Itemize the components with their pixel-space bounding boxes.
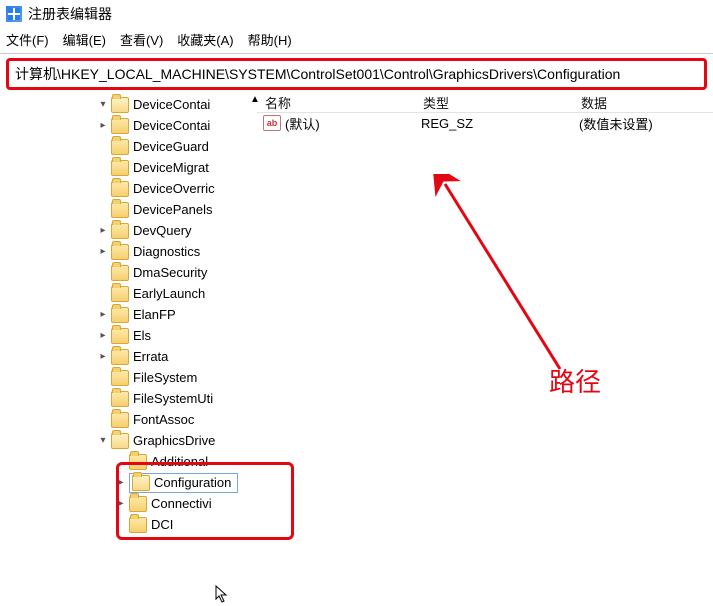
values-panel: 名称 类型 数据 ab (默认) REG_SZ (数值未设置) [257,92,713,535]
value-type: REG_SZ [413,116,571,131]
client-area: ▾ DeviceContai ▸ DeviceContai DeviceGuard Dev… [0,92,713,535]
list-row[interactable]: ab (默认) REG_SZ (数值未设置) [257,113,713,133]
tree-item[interactable]: ▸ Errata [0,346,253,367]
chevron-right-icon[interactable]: ▸ [95,330,111,341]
folder-icon [111,433,129,449]
tree-item-label: FontAssoc [133,412,194,427]
chevron-right-icon[interactable]: ▸ [95,120,111,131]
tree-item-label: Errata [133,349,168,364]
tree-item-label: FileSystem [133,370,197,385]
tree-item[interactable]: ▸ DevQuery [0,220,253,241]
chevron-right-icon[interactable]: ▸ [113,498,129,509]
tree-item[interactable]: FontAssoc [0,409,253,430]
chevron-right-icon[interactable]: ▸ [95,309,111,320]
tree-item-label: DevicePanels [133,202,213,217]
folder-icon [111,286,129,302]
folder-icon [111,349,129,365]
tree-item-label: GraphicsDrive [133,433,215,448]
folder-icon [129,517,147,533]
tree-item-label: ElanFP [133,307,176,322]
app-icon [6,6,22,22]
folder-icon [111,181,129,197]
tree-item-label: Connectivi [151,496,212,511]
tree-item[interactable]: ▸ Els [0,325,253,346]
folder-icon [111,223,129,239]
tree-panel: ▾ DeviceContai ▸ DeviceContai DeviceGuard Dev… [0,92,253,535]
tree-item-label: DeviceContai [133,97,210,112]
tree-item-label: DmaSecurity [133,265,207,280]
tree-item[interactable]: ▸ Connectivi [0,493,253,514]
tree-item[interactable]: DmaSecurity [0,262,253,283]
folder-icon [111,412,129,428]
tree-item-label: DCI [151,517,173,532]
menu-edit[interactable]: 编辑(E) [63,30,106,49]
folder-icon [111,118,129,134]
string-value-icon: ab [263,115,281,131]
folder-icon [132,475,150,491]
tree-item-label: FileSystemUti [133,391,213,406]
folder-icon [111,328,129,344]
menu-help[interactable]: 帮助(H) [248,30,292,49]
folder-icon [111,160,129,176]
col-data[interactable]: 数据 [573,93,713,112]
tree-item[interactable]: DeviceOverric [0,178,253,199]
menubar: 文件(F) 编辑(E) 查看(V) 收藏夹(A) 帮助(H) [0,28,713,54]
path-bar[interactable]: 计算机\HKEY_LOCAL_MACHINE\SYSTEM\ControlSet… [6,58,707,90]
chevron-right-icon[interactable]: ▸ [95,351,111,362]
tree-item-label: Els [133,328,151,343]
menu-file[interactable]: 文件(F) [6,30,49,49]
folder-icon [111,244,129,260]
app-title: 注册表编辑器 [28,4,112,24]
tree-item-selected[interactable]: Configuration [129,473,238,493]
folder-icon [111,265,129,281]
tree-item-label: Additional [151,454,208,469]
tree-item-label: DeviceGuard [133,139,209,154]
folder-icon [111,202,129,218]
tree-item-label: DevQuery [133,223,192,238]
tree-item[interactable]: DevicePanels [0,199,253,220]
tree-item[interactable]: ▸ Configuration [0,472,253,493]
tree-item-label: DeviceOverric [133,181,215,196]
chevron-right-icon[interactable]: ▸ [113,477,129,488]
col-name[interactable]: 名称 [257,93,415,112]
mouse-cursor-icon [215,585,229,606]
tree-item[interactable]: ▾ DeviceContai [0,94,253,115]
tree-item[interactable]: FileSystem [0,367,253,388]
tree-item[interactable]: EarlyLaunch [0,283,253,304]
folder-icon [129,454,147,470]
chevron-down-icon[interactable]: ▾ [95,99,111,110]
menu-favorites[interactable]: 收藏夹(A) [177,30,233,49]
tree-item[interactable]: DeviceGuard [0,136,253,157]
annotation-label: 路径 [549,362,601,399]
tree-item[interactable]: DeviceMigrat [0,157,253,178]
tree-item[interactable]: ▸ Diagnostics [0,241,253,262]
folder-icon [111,307,129,323]
folder-icon [111,97,129,113]
col-type[interactable]: 类型 [415,93,573,112]
value-name: (默认) [285,114,320,133]
tree-item[interactable]: ▸ DeviceContai [0,115,253,136]
tree-item[interactable]: ▸ ElanFP [0,304,253,325]
tree-item[interactable]: Additional [0,451,253,472]
value-data: (数值未设置) [571,114,713,133]
tree-item-label: Diagnostics [133,244,200,259]
tree-item-label: EarlyLaunch [133,286,205,301]
tree-item[interactable]: FileSystemUti [0,388,253,409]
chevron-down-icon[interactable]: ▾ [95,435,111,446]
list-header: 名称 类型 数据 [257,92,713,113]
folder-icon [111,391,129,407]
titlebar: 注册表编辑器 [0,0,713,28]
folder-icon [111,139,129,155]
chevron-right-icon[interactable]: ▸ [95,246,111,257]
menu-view[interactable]: 查看(V) [120,30,163,49]
tree-item-label: DeviceContai [133,118,210,133]
folder-icon [111,370,129,386]
folder-icon [129,496,147,512]
tree-item-label: DeviceMigrat [133,160,209,175]
tree-item[interactable]: DCI [0,514,253,535]
tree-item-label: Configuration [154,475,231,490]
tree-item[interactable]: ▾ GraphicsDrive [0,430,253,451]
chevron-right-icon[interactable]: ▸ [95,225,111,236]
